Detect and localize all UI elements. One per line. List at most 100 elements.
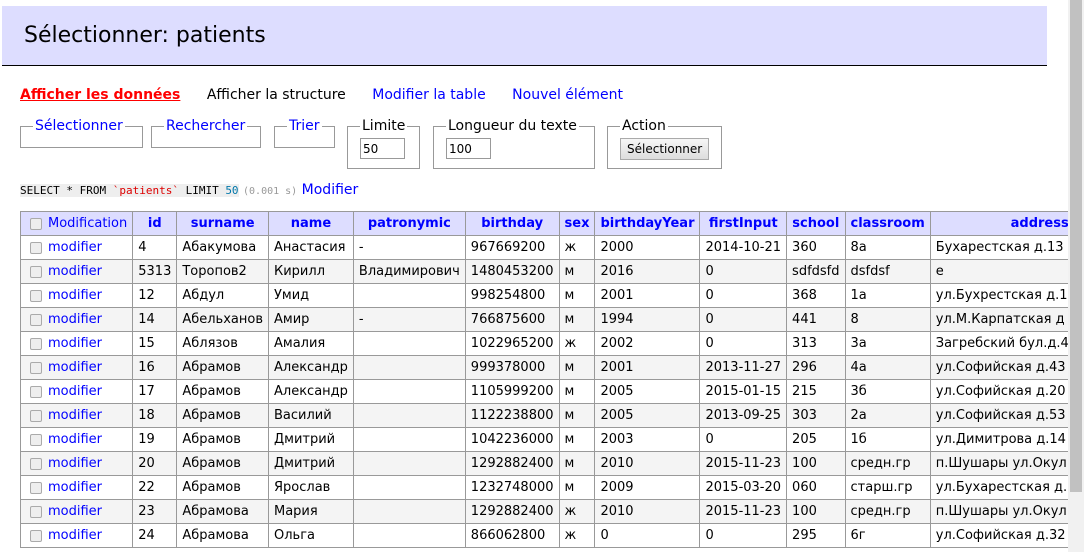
- edit-row-link[interactable]: modifier: [48, 360, 102, 375]
- row-checkbox[interactable]: [30, 529, 42, 542]
- cell-school: 360: [786, 235, 846, 260]
- column-header-sex[interactable]: sex: [558, 211, 596, 236]
- search-fieldset[interactable]: Rechercher: [151, 118, 261, 148]
- row-checkbox[interactable]: [30, 481, 42, 494]
- cell-surname: Абакумова: [176, 235, 269, 260]
- cell-sex: м: [558, 259, 596, 284]
- column-header-birthday[interactable]: birthday: [464, 211, 560, 236]
- column-header-id[interactable]: id: [132, 211, 178, 236]
- cell-address: ул.Софийская д.43: [929, 355, 1068, 380]
- column-header-label[interactable]: Modification: [48, 216, 127, 231]
- show-structure-link[interactable]: Afficher la structure: [207, 87, 346, 103]
- edit-row-link[interactable]: modifier: [48, 408, 102, 423]
- cell-birthday: 1042236000: [464, 427, 560, 452]
- cell-name: Амир: [268, 307, 354, 332]
- row-checkbox[interactable]: [30, 337, 42, 350]
- cell-school: 313: [786, 331, 846, 356]
- action-fieldset: Action Sélectionner: [607, 118, 723, 169]
- cell-birthday: 1292882400: [464, 451, 560, 476]
- column-header-birthdayyear[interactable]: birthdayYear: [594, 211, 701, 236]
- edit-row-link[interactable]: modifier: [48, 480, 102, 495]
- sql-table: `patients`: [112, 184, 179, 197]
- cell-patronymic: -: [352, 235, 466, 260]
- cell-id: 16: [132, 355, 178, 380]
- column-header-modification[interactable]: Modification: [19, 211, 134, 236]
- cell-patronymic: [352, 403, 466, 428]
- row-checkbox[interactable]: [30, 433, 42, 446]
- cell-classroom: dsfdsf: [844, 259, 931, 284]
- cell-name: Василий: [268, 403, 354, 428]
- edit-row-link[interactable]: modifier: [48, 264, 102, 279]
- column-header-name[interactable]: name: [268, 211, 354, 236]
- cell-birthdayyear: 0: [594, 523, 701, 548]
- table-row: modifier 23 Абрамова Мария 1292882400 ж 2010 20…: [19, 499, 1068, 524]
- table-row: modifier 19 Абрамов Дмитрий 1042236000 м 2003 0…: [19, 427, 1068, 452]
- cell-birthdayyear: 2010: [594, 451, 701, 476]
- column-header-surname[interactable]: surname: [176, 211, 269, 236]
- row-actions: modifier: [19, 379, 134, 404]
- show-data-link[interactable]: Afficher les données: [20, 87, 180, 103]
- cell-school: 060: [786, 475, 846, 500]
- vertical-scrollbar[interactable]: [1068, 0, 1084, 552]
- cell-classroom: 4а: [844, 355, 931, 380]
- select-fieldset[interactable]: Sélectionner: [20, 118, 143, 148]
- sort-fieldset[interactable]: Trier: [274, 118, 335, 148]
- edit-row-link[interactable]: modifier: [48, 456, 102, 471]
- cell-school: 100: [786, 499, 846, 524]
- select-button[interactable]: Sélectionner: [620, 138, 710, 160]
- row-checkbox[interactable]: [30, 361, 42, 374]
- row-checkbox[interactable]: [30, 313, 42, 326]
- edit-row-link[interactable]: modifier: [48, 312, 102, 327]
- column-header-classroom[interactable]: classroom: [844, 211, 931, 236]
- edit-row-link[interactable]: modifier: [48, 288, 102, 303]
- edit-row-link[interactable]: modifier: [48, 240, 102, 255]
- sort-legend[interactable]: Trier: [287, 118, 322, 134]
- cell-birthdayyear: 2001: [594, 283, 701, 308]
- cell-classroom: 6г: [844, 523, 931, 548]
- row-checkbox[interactable]: [30, 241, 42, 254]
- cell-classroom: 1б: [844, 427, 931, 452]
- edit-row-link[interactable]: modifier: [48, 504, 102, 519]
- row-checkbox[interactable]: [30, 385, 42, 398]
- edit-row-link[interactable]: modifier: [48, 432, 102, 447]
- row-actions: modifier: [19, 331, 134, 356]
- row-checkbox[interactable]: [30, 409, 42, 422]
- edit-query-link[interactable]: Modifier: [302, 182, 359, 198]
- cell-school: 205: [786, 427, 846, 452]
- edit-row-link[interactable]: modifier: [48, 384, 102, 399]
- alter-table-link[interactable]: Modifier la table: [372, 87, 485, 103]
- select-all-checkbox[interactable]: [30, 217, 42, 230]
- table-row: modifier 14 Абельханов Амир -766875600 м 1994 0…: [19, 307, 1068, 332]
- new-item-link[interactable]: Nouvel élément: [512, 87, 623, 103]
- cell-birthday: 1232748000: [464, 475, 560, 500]
- row-checkbox[interactable]: [30, 457, 42, 470]
- row-checkbox[interactable]: [30, 505, 42, 518]
- query-time: (0.001 s): [243, 186, 298, 197]
- cell-surname: Абрамов: [176, 355, 269, 380]
- cell-firstinput: 2015-11-23: [699, 499, 788, 524]
- column-header-firstinput[interactable]: firstInput: [699, 211, 788, 236]
- column-header-patronymic[interactable]: patronymic: [352, 211, 466, 236]
- cell-name: Дмитрий: [268, 427, 354, 452]
- search-legend[interactable]: Rechercher: [164, 118, 247, 134]
- column-header-school[interactable]: school: [786, 211, 846, 236]
- scrollbar-thumb[interactable]: [1070, 0, 1082, 492]
- cell-school: 296: [786, 355, 846, 380]
- column-header-address[interactable]: address: [929, 211, 1068, 236]
- cell-classroom: старш.гр: [844, 475, 931, 500]
- select-legend[interactable]: Sélectionner: [33, 118, 125, 134]
- row-checkbox[interactable]: [30, 265, 42, 278]
- edit-row-link[interactable]: modifier: [48, 336, 102, 351]
- cell-birthdayyear: 1994: [594, 307, 701, 332]
- limit-input[interactable]: [360, 138, 405, 159]
- cell-firstinput: 2014-10-21: [699, 235, 788, 260]
- text-length-input[interactable]: [446, 138, 491, 159]
- cell-id: 17: [132, 379, 178, 404]
- row-checkbox[interactable]: [30, 289, 42, 302]
- edit-row-link[interactable]: modifier: [48, 528, 102, 543]
- row-actions: modifier: [19, 307, 134, 332]
- cell-birthdayyear: 2005: [594, 403, 701, 428]
- cell-id: 23: [132, 499, 178, 524]
- row-actions: modifier: [19, 427, 134, 452]
- page-header: Sélectionner: patients: [2, 6, 1047, 66]
